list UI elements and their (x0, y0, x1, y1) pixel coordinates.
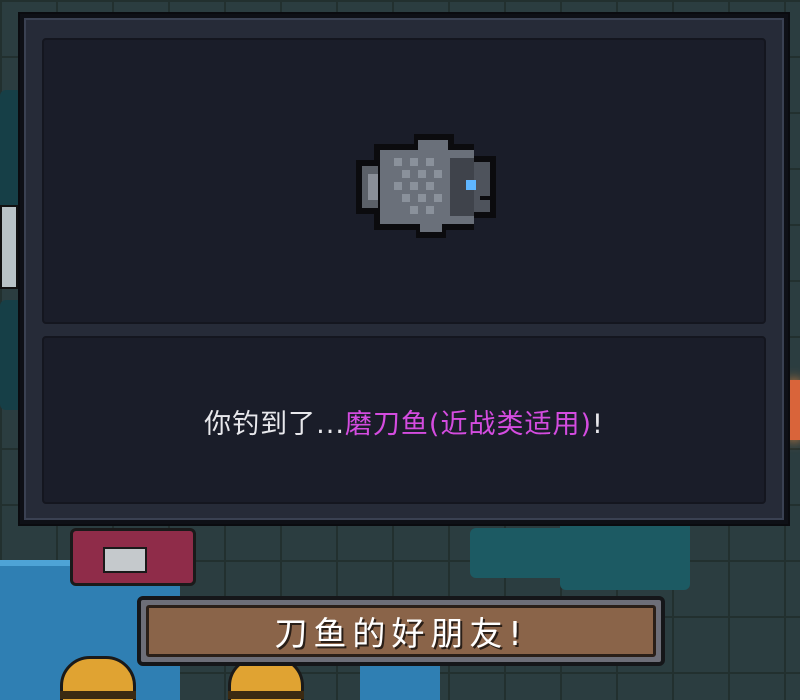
catch-prefix: 你钓到了... (204, 409, 345, 440)
confirm-button[interactable]: 刀鱼的好朋友! (137, 596, 665, 666)
background-bush (560, 520, 690, 590)
character-helmet (60, 656, 136, 700)
item-display-panel (42, 38, 766, 324)
catch-dialog: 你钓到了...磨刀鱼(近战类适用)! (20, 14, 788, 524)
catch-suffix: ! (592, 409, 604, 440)
item-name: 磨刀鱼(近战类适用) (344, 409, 592, 440)
confirm-button-label: 刀鱼的好朋友! (146, 605, 656, 657)
message-panel: 你钓到了...磨刀鱼(近战类适用)! (42, 336, 766, 504)
minecart (70, 528, 196, 586)
catch-message: 你钓到了...磨刀鱼(近战类适用)! (44, 402, 764, 441)
wall-object (0, 205, 18, 289)
torch-light (788, 380, 800, 440)
fish-icon (356, 134, 496, 238)
background-bush (0, 90, 22, 210)
